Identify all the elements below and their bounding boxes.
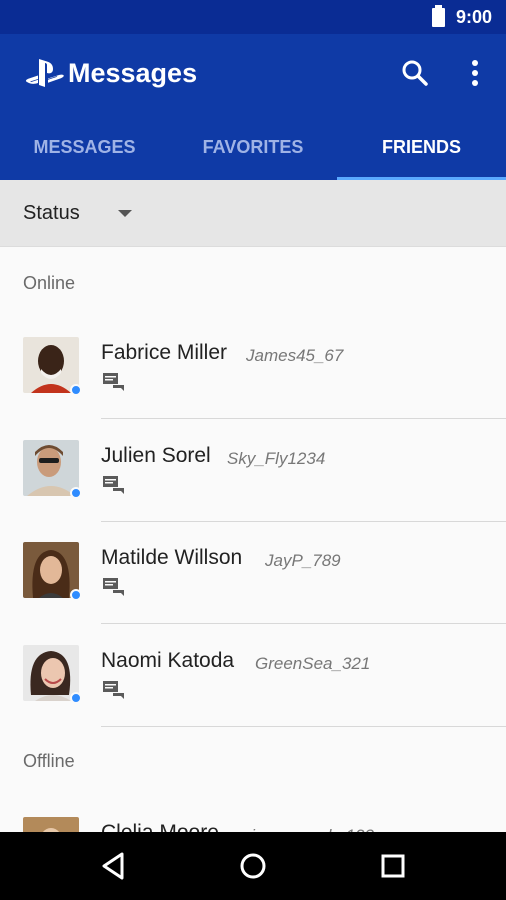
- avatar: [23, 542, 79, 598]
- friend-name: Julien Sorel: [101, 444, 211, 467]
- tab-favorites[interactable]: FAVORITES: [169, 126, 337, 180]
- message-icon[interactable]: [103, 681, 125, 699]
- home-icon[interactable]: [235, 848, 271, 884]
- avatar: [23, 645, 79, 701]
- friend-list-item[interactable]: Julien Sorel Sky_Fly1234: [0, 420, 506, 522]
- app-bar: Messages MESSAGES FAVORITES FRIENDS: [0, 34, 506, 180]
- status-filter[interactable]: Status: [0, 180, 506, 247]
- playstation-logo-icon: [25, 59, 64, 87]
- status-bar: 9:00: [0, 0, 506, 34]
- tab-friends[interactable]: FRIENDS: [337, 126, 506, 180]
- divider: [101, 623, 506, 624]
- friend-online-id: GreenSea_321: [255, 654, 371, 673]
- avatar: [23, 337, 79, 393]
- avatar: [23, 440, 79, 496]
- divider: [101, 726, 506, 727]
- back-icon[interactable]: [96, 848, 132, 884]
- online-status-dot: [70, 384, 82, 396]
- section-header-online: Online: [23, 273, 76, 293]
- online-status-dot: [70, 487, 82, 499]
- online-status-dot: [70, 692, 82, 704]
- recents-icon[interactable]: [375, 848, 411, 884]
- app-title: Messages: [68, 58, 198, 88]
- friend-list-item[interactable]: Fabrice Miller James45_67: [0, 317, 506, 419]
- message-icon[interactable]: [103, 578, 125, 596]
- navigation-bar: [0, 832, 506, 900]
- friend-list-item[interactable]: Matilde Willson JayP_789: [0, 522, 506, 624]
- friend-online-id: James45_67: [246, 346, 344, 365]
- divider: [101, 418, 506, 419]
- tab-bar: MESSAGES FAVORITES FRIENDS: [0, 126, 506, 180]
- battery-icon: [432, 5, 445, 27]
- friend-online-id: Sky_Fly1234: [227, 449, 326, 468]
- friend-list-item[interactable]: Naomi Katoda GreenSea_321: [0, 625, 506, 727]
- message-icon[interactable]: [103, 476, 125, 494]
- friend-name: Matilde Willson: [101, 546, 243, 569]
- section-header-offline: Offline: [23, 751, 75, 771]
- tab-messages[interactable]: MESSAGES: [0, 126, 169, 180]
- search-icon[interactable]: [398, 56, 432, 90]
- status-time: 9:00: [456, 7, 493, 27]
- friend-online-id: JayP_789: [265, 551, 341, 570]
- friend-name: Naomi Katoda: [101, 649, 235, 672]
- online-status-dot: [70, 589, 82, 601]
- more-vert-icon[interactable]: [458, 56, 492, 90]
- message-icon[interactable]: [103, 373, 125, 391]
- chevron-down-icon: [118, 210, 132, 217]
- friend-name: Fabrice Miller: [101, 341, 228, 364]
- status-filter-label: Status: [23, 202, 80, 224]
